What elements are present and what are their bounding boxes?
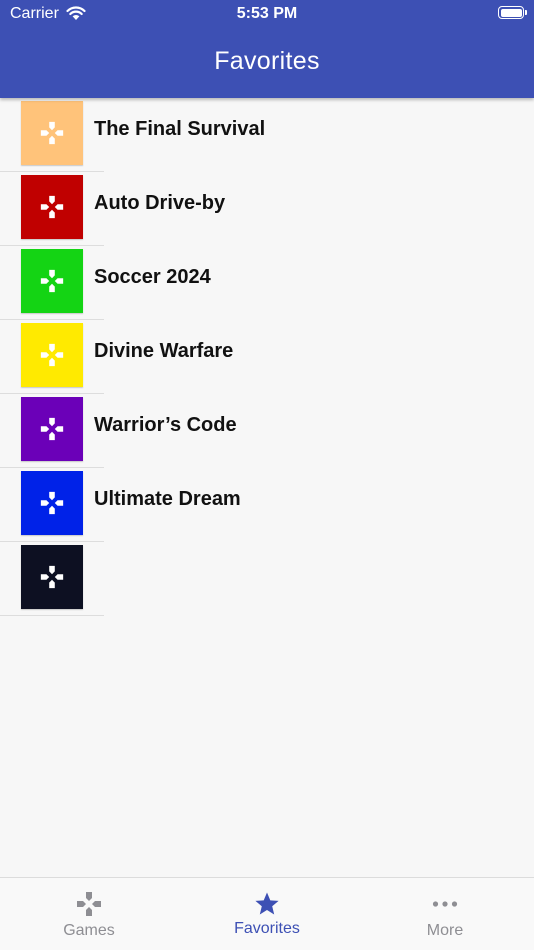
game-thumbnail	[21, 323, 83, 387]
gamepad-icon	[40, 417, 64, 441]
gamepad-icon	[40, 491, 64, 515]
battery-icon	[498, 6, 527, 19]
game-thumbnail	[21, 545, 83, 609]
game-title: Ultimate Dream	[94, 488, 241, 510]
page-title: Favorites	[214, 47, 320, 75]
game-row[interactable]: Ultimate Dream	[0, 468, 534, 542]
game-row[interactable]: Divine Warfare	[0, 320, 534, 394]
gamepad-icon	[40, 121, 64, 145]
game-thumbnail	[21, 471, 83, 535]
game-row[interactable]: Auto Drive-by	[0, 172, 534, 246]
game-title: The Final Survival	[94, 118, 266, 140]
status-bar: Carrier 5:53 PM	[0, 0, 534, 28]
more-dots-icon	[432, 901, 458, 907]
app-header: Carrier 5:53 PM Favorites	[0, 0, 534, 98]
game-thumbnail	[21, 397, 83, 461]
game-title: Divine Warfare	[94, 340, 234, 362]
tab-favorites[interactable]: Favorites	[178, 878, 356, 950]
game-title: Soccer 2024	[94, 266, 211, 288]
favorites-list: The Final Survival Auto Drive-by Soccer 20…	[0, 98, 534, 616]
tab-bar: Games Favorites More	[0, 877, 534, 950]
game-thumbnail	[21, 175, 83, 239]
game-row[interactable]	[0, 542, 534, 616]
game-row[interactable]: Warrior’s Code	[0, 394, 534, 468]
gamepad-icon	[40, 343, 64, 367]
tab-more-label: More	[426, 922, 464, 939]
gamepad-icon	[40, 269, 64, 293]
game-thumbnail	[21, 249, 83, 313]
game-row[interactable]: Soccer 2024	[0, 246, 534, 320]
tab-favorites-label: Favorites	[234, 920, 300, 937]
tab-more[interactable]: More	[356, 878, 534, 950]
favorites-screen: Carrier 5:53 PM Favorites The Final Surv…	[0, 0, 534, 950]
game-thumbnail	[21, 101, 83, 165]
gamepad-icon	[40, 195, 64, 219]
tab-games-label: Games	[63, 922, 115, 939]
game-title: Auto Drive-by	[94, 192, 226, 214]
gamepad-icon	[77, 892, 101, 916]
status-time: 5:53 PM	[236, 5, 298, 22]
tab-games[interactable]: Games	[0, 878, 178, 950]
star-icon	[255, 892, 279, 915]
gamepad-icon	[40, 565, 64, 589]
game-row[interactable]: The Final Survival	[0, 98, 534, 172]
game-title: Warrior’s Code	[94, 414, 237, 436]
